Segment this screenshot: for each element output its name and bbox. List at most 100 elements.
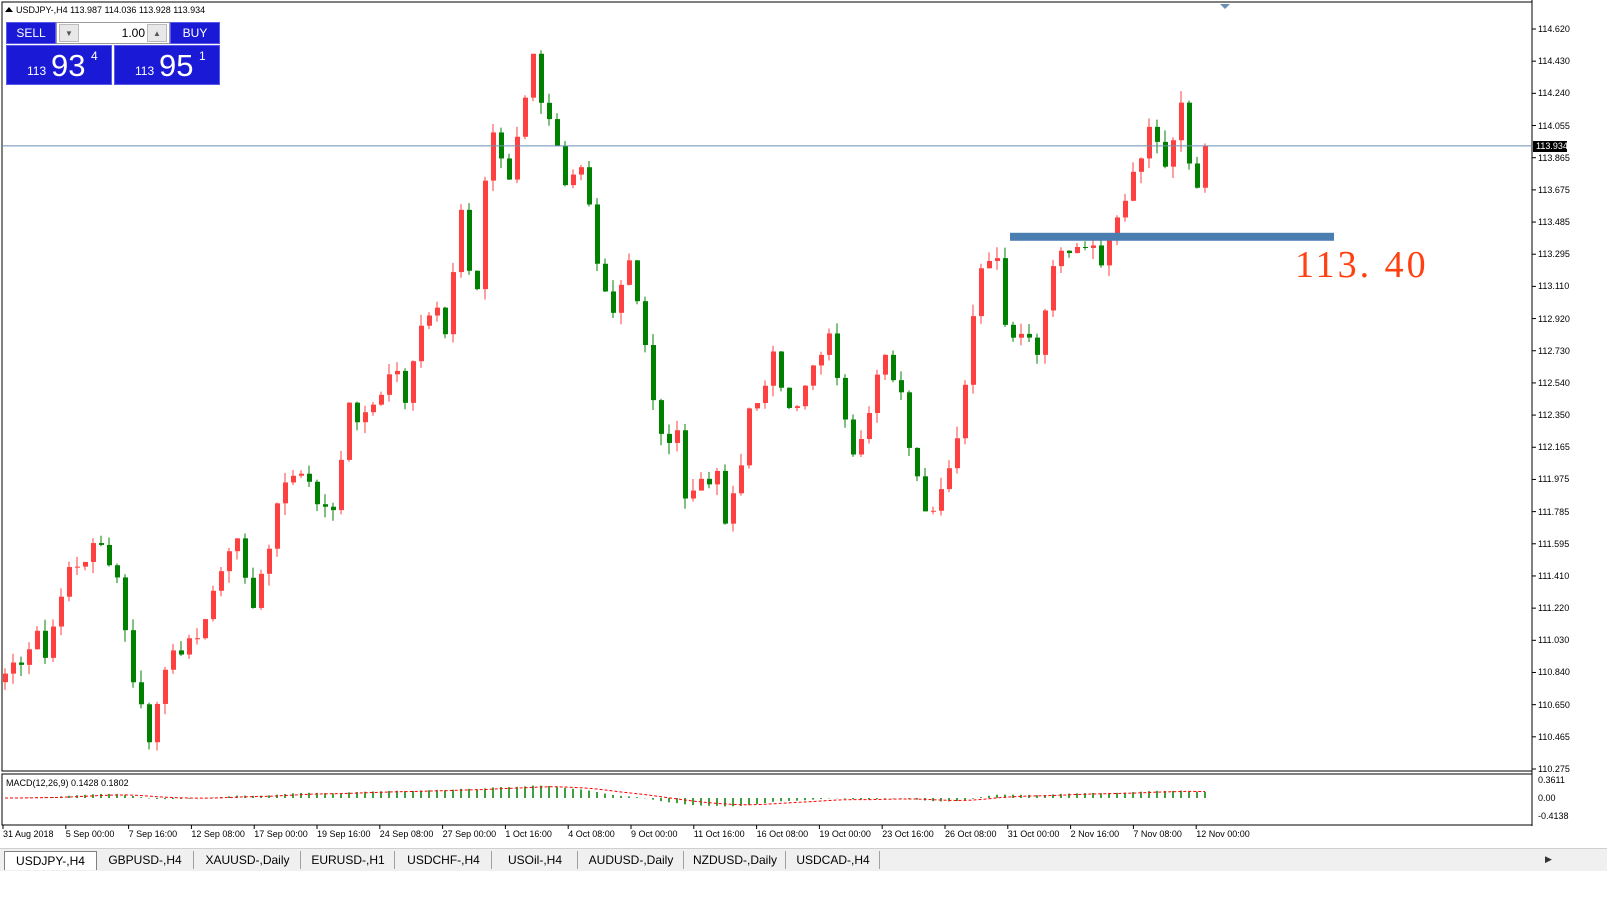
lot-decrease-icon[interactable]: ▼ <box>59 24 79 42</box>
candle-body <box>243 538 248 578</box>
header-collapse-icon[interactable] <box>5 7 13 12</box>
candle-body <box>115 565 120 578</box>
candle-body <box>1035 337 1040 355</box>
candle-body <box>3 673 8 683</box>
sell-price-quote[interactable]: 113 93 4 <box>6 45 112 85</box>
lot-increase-icon[interactable]: ▲ <box>147 24 167 42</box>
price-axis-label: 111.785 <box>1538 506 1570 517</box>
candle-body <box>739 465 744 494</box>
sell-button[interactable]: SELL <box>6 22 56 44</box>
chart-shift-marker[interactable] <box>1220 4 1230 9</box>
candle-body <box>179 650 184 655</box>
candle-body <box>947 468 952 490</box>
chart-tab[interactable]: XAUUSD-,Daily <box>195 851 301 869</box>
buy-button[interactable]: BUY <box>170 22 220 44</box>
candle-body <box>475 270 480 290</box>
candle-body <box>123 577 128 631</box>
candle-body <box>907 392 912 448</box>
candle-body <box>595 204 600 264</box>
support-level-marker[interactable] <box>1010 232 1334 241</box>
price-axis-label: 110.275 <box>1538 764 1570 774</box>
tabs-scroll-icon[interactable]: ▶ <box>1545 854 1552 865</box>
candle-body <box>83 561 88 567</box>
candle-body <box>747 408 752 466</box>
price-axis-label: 112.165 <box>1538 442 1570 453</box>
candle-body <box>491 132 496 181</box>
candle-body <box>19 662 24 665</box>
time-axis-label: 7 Sep 16:00 <box>128 829 178 839</box>
candle-body <box>131 630 136 683</box>
candle-body <box>1075 246 1080 254</box>
candle-body <box>715 470 720 485</box>
candle-body <box>555 119 560 147</box>
candle-body <box>43 630 48 658</box>
candle-body <box>699 478 704 491</box>
chart-tab[interactable]: NZDUSD-,Daily <box>685 851 786 869</box>
chart-tab[interactable]: USDCAD-,H4 <box>787 851 880 869</box>
candle-body <box>59 596 64 627</box>
buy-price-prefix: 113 <box>135 64 155 78</box>
candle-body <box>851 419 856 455</box>
candle-body <box>987 260 992 269</box>
buy-price-quote[interactable]: 113 95 1 <box>114 45 220 85</box>
candle-body <box>1043 310 1048 355</box>
current-price-tag: 113.934 <box>1533 140 1568 152</box>
candle-body <box>1131 171 1136 201</box>
candle-body <box>619 284 624 313</box>
time-axis-label: 1 Oct 16:00 <box>505 829 552 839</box>
price-axis-label: 114.430 <box>1538 56 1570 67</box>
lot-size-input[interactable] <box>81 25 145 41</box>
candle-body <box>779 351 784 388</box>
time-axis-label: 26 Oct 08:00 <box>945 829 997 839</box>
macd-indicator-label: MACD(12,26,9) 0.1428 0.1802 <box>6 778 129 788</box>
chart-tab[interactable]: USDCHF-,H4 <box>396 851 492 869</box>
buy-price-pip: 1 <box>199 49 206 63</box>
candle-body <box>963 384 968 439</box>
candle-body <box>539 53 544 103</box>
candle-body <box>1019 333 1024 338</box>
chart-canvas[interactable] <box>0 0 1607 898</box>
time-axis-label: 19 Oct 00:00 <box>819 829 871 839</box>
candle-body <box>915 447 920 477</box>
time-axis-label: 11 Oct 16:00 <box>693 829 745 839</box>
candle-body <box>1027 333 1032 338</box>
candle-body <box>363 412 368 423</box>
candle-body <box>1107 237 1112 266</box>
candle-body <box>571 174 576 186</box>
candle-body <box>1099 245 1104 266</box>
candle-body <box>683 430 688 499</box>
candle-body <box>827 333 832 355</box>
chart-tabs-bar: USDJPY-,H4 GBPUSD-,H4 XAUUSD-,Daily EURUSD-… <box>0 848 1607 871</box>
candle-body <box>11 662 16 674</box>
candle-body <box>755 403 760 409</box>
candle-body <box>299 473 304 476</box>
one-click-trading-panel: SELL ▼ ▲ BUY 113 93 4 113 95 1 <box>6 22 220 85</box>
time-axis-label: 12 Sep 08:00 <box>191 829 245 839</box>
price-axis-label: 112.350 <box>1538 410 1570 421</box>
macd-axis-label: 0.00 <box>1538 793 1556 803</box>
candle-body <box>163 669 168 704</box>
candle-body <box>579 167 584 175</box>
candle-body <box>443 307 448 335</box>
price-axis-label: 110.840 <box>1538 667 1570 678</box>
candle-body <box>635 260 640 302</box>
candle-body <box>939 489 944 511</box>
time-axis-label: 12 Nov 00:00 <box>1196 829 1250 839</box>
chart-tab[interactable]: GBPUSD-,H4 <box>97 851 194 869</box>
price-axis-label: 111.595 <box>1538 538 1570 549</box>
candle-body <box>1003 258 1008 325</box>
candle-body <box>307 473 312 482</box>
candle-body <box>27 649 32 665</box>
chart-tab[interactable]: EURUSD-,H1 <box>302 851 395 869</box>
candle-body <box>819 354 824 366</box>
time-axis-label: 16 Oct 08:00 <box>756 829 809 839</box>
candle-body <box>187 638 192 655</box>
candle-body <box>1147 126 1152 159</box>
chart-tab[interactable]: USOil-,H4 <box>493 851 578 869</box>
candle-body <box>355 402 360 423</box>
candle-body <box>451 272 456 335</box>
chart-tab[interactable]: USDJPY-,H4 <box>4 851 97 870</box>
chart-tab[interactable]: AUDUSD-,Daily <box>579 851 684 869</box>
candle-body <box>971 316 976 385</box>
candle-body <box>803 385 808 407</box>
